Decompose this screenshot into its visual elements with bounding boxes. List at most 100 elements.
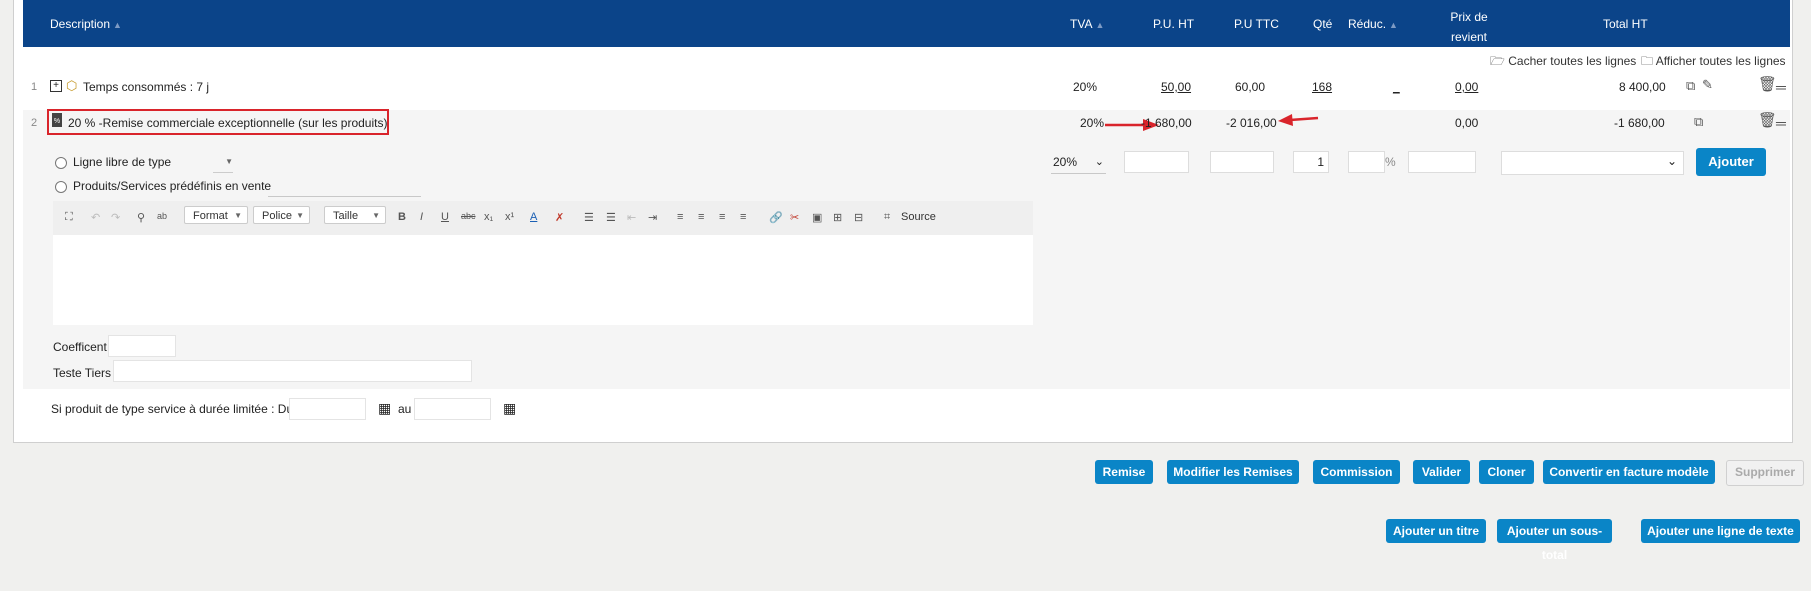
table-row: 2 % 20 % -Remise commerciale exceptionne…	[23, 109, 1790, 146]
line-description[interactable]: 20 % -Remise commerciale exceptionnelle …	[68, 116, 387, 130]
radio-predefined[interactable]	[55, 181, 67, 193]
date-end-input[interactable]	[414, 398, 491, 420]
supprimer-button: Supprimer	[1726, 460, 1804, 486]
unlink-icon[interactable]: ✂	[790, 211, 799, 224]
line-total-ht: -1 680,00	[1614, 116, 1665, 130]
clone-icon[interactable]: ⧉	[1686, 78, 1695, 94]
hide-all-lines-link[interactable]: 🗁 Cacher toutes les lignes	[1490, 52, 1636, 73]
col-prix-revient: Prix de revient	[1450, 10, 1488, 44]
line-qte[interactable]: 168	[1312, 80, 1332, 94]
horizontal-rule-icon[interactable]: ⊟	[854, 211, 863, 224]
product-search-input[interactable]	[268, 175, 421, 197]
redo-icon[interactable]: ↷	[111, 211, 120, 224]
ajouter-ligne-texte-button[interactable]: Ajouter une ligne de texte	[1641, 519, 1800, 543]
spellcheck-icon[interactable]: ab	[157, 211, 167, 221]
free-line-type-select[interactable]: ▼	[213, 152, 233, 173]
drag-handle-icon[interactable]: ═	[1776, 115, 1786, 131]
unit-select[interactable]: ⌄	[1501, 151, 1684, 175]
maximize-icon[interactable]: ⛶	[65, 211, 73, 224]
italic-icon[interactable]: I	[420, 211, 423, 223]
image-icon[interactable]: ▣	[812, 211, 822, 224]
add-line-button[interactable]: Ajouter	[1696, 148, 1766, 176]
superscript-icon[interactable]: x¹	[505, 211, 514, 223]
text-color-icon[interactable]: A	[530, 211, 537, 223]
clone-icon[interactable]: ⧉	[1694, 114, 1703, 130]
table-header: Description ▲ TVA ▲ P.U. HT P.U TTC Qté Ré…	[23, 0, 1790, 47]
drag-handle-icon[interactable]: ═	[1776, 79, 1786, 95]
outdent-icon[interactable]: ⇤	[627, 211, 636, 224]
bold-icon[interactable]: B	[398, 211, 406, 223]
convertir-facture-modele-button[interactable]: Convertir en facture modèle	[1543, 460, 1715, 484]
prix-revient-input[interactable]	[1408, 151, 1476, 173]
au-label: au	[398, 402, 412, 416]
line-description[interactable]: Temps consommés : 7 j	[83, 80, 209, 94]
align-right-icon[interactable]: ≡	[719, 211, 725, 223]
radio-free-line[interactable]	[55, 157, 67, 169]
modifier-remises-button[interactable]: Modifier les Remises	[1167, 460, 1299, 484]
strike-icon[interactable]: abc	[461, 211, 476, 221]
discount-document-icon: %	[52, 113, 62, 127]
underline-icon[interactable]: U	[441, 211, 449, 223]
ajouter-sous-total-button[interactable]: Ajouter un sous-total	[1497, 519, 1612, 562]
link-icon[interactable]: 🔗	[769, 211, 783, 224]
show-all-lines-link[interactable]: 🗀 Afficher toutes les lignes	[1641, 52, 1786, 73]
col-reduc[interactable]: Réduc. ▲	[1348, 17, 1398, 31]
col-pu-ttc: P.U TTC	[1234, 17, 1279, 31]
coefficient-input[interactable]	[108, 335, 176, 357]
percent-label: %	[1385, 155, 1396, 169]
valider-button[interactable]: Valider	[1413, 460, 1470, 484]
col-tva[interactable]: TVA ▲	[1070, 17, 1104, 31]
folder-icon: 🗀	[1641, 54, 1654, 68]
editor-content-area[interactable]	[53, 235, 1033, 325]
teste-tiers-label: Teste Tiers	[53, 366, 112, 380]
justify-icon[interactable]: ≡	[740, 211, 746, 223]
trash-icon[interactable]: 🗑	[1758, 75, 1777, 93]
table-icon[interactable]: ⊞	[833, 211, 842, 224]
pu-ttc-input[interactable]	[1210, 151, 1274, 173]
source-icon[interactable]: ⌗	[884, 211, 890, 224]
radio-free-line-label: Ligne libre de type	[73, 155, 172, 169]
expand-plus-icon[interactable]: +	[50, 80, 62, 92]
col-description[interactable]: Description ▲	[50, 17, 122, 31]
line-prix-revient: 0,00	[1455, 116, 1479, 130]
qty-input[interactable]: 1	[1293, 151, 1329, 173]
calendar-icon[interactable]: ▦	[378, 400, 391, 417]
trash-icon[interactable]: 🗑	[1758, 111, 1777, 129]
remove-format-icon[interactable]: ✗	[555, 211, 564, 224]
source-button[interactable]: Source	[901, 211, 936, 223]
table-row: 1 + ⬡ Temps consommés : 7 j 20% 50,00 60…	[23, 74, 1790, 110]
line-number: 2	[31, 117, 38, 129]
subscript-icon[interactable]: x₁	[484, 211, 493, 223]
line-pu-ht: -1 680,00	[1141, 116, 1192, 130]
align-center-icon[interactable]: ≡	[698, 211, 704, 223]
pu-ht-input[interactable]	[1124, 151, 1189, 173]
calendar-icon[interactable]: ▦	[503, 400, 516, 417]
cloner-button[interactable]: Cloner	[1479, 460, 1534, 484]
line-reduc[interactable]: _	[1393, 80, 1400, 94]
format-combo[interactable]: Format ▼	[184, 206, 248, 224]
radio-predefined-label: Produits/Services prédéfinis en vente	[73, 179, 272, 193]
col-total-ht: Total HT	[1603, 17, 1648, 31]
undo-icon[interactable]: ↶	[91, 211, 100, 224]
editor-toolbar: ⛶ ↶ ↷ ⚲ ab Format ▼ Police ▼ Taille ▼ B I U…	[53, 201, 1033, 236]
size-combo[interactable]: Taille ▼	[324, 206, 386, 224]
bullet-list-icon[interactable]: ☰	[606, 211, 616, 224]
align-left-icon[interactable]: ≡	[677, 211, 683, 223]
commission-button[interactable]: Commission	[1313, 460, 1400, 484]
line-total-ht: 8 400,00	[1619, 80, 1666, 94]
line-prix-revient[interactable]: 0,00	[1455, 80, 1478, 94]
date-start-input[interactable]	[289, 398, 366, 420]
edit-pencil-icon[interactable]: ✎	[1702, 77, 1713, 93]
find-icon[interactable]: ⚲	[137, 211, 145, 224]
ajouter-titre-button[interactable]: Ajouter un titre	[1386, 519, 1486, 543]
font-combo[interactable]: Police ▼	[253, 206, 310, 224]
numbered-list-icon[interactable]: ☰	[584, 211, 594, 224]
red-arrow-left-icon	[1278, 114, 1319, 126]
line-pu-ht[interactable]: 50,00	[1161, 80, 1191, 94]
remise-button[interactable]: Remise	[1095, 460, 1153, 484]
tva-select[interactable]: 20% ⌄	[1051, 151, 1106, 174]
product-box-icon: ⬡	[66, 78, 78, 93]
discount-input[interactable]	[1348, 151, 1385, 173]
indent-icon[interactable]: ⇥	[648, 211, 657, 224]
teste-tiers-input[interactable]	[113, 360, 472, 382]
